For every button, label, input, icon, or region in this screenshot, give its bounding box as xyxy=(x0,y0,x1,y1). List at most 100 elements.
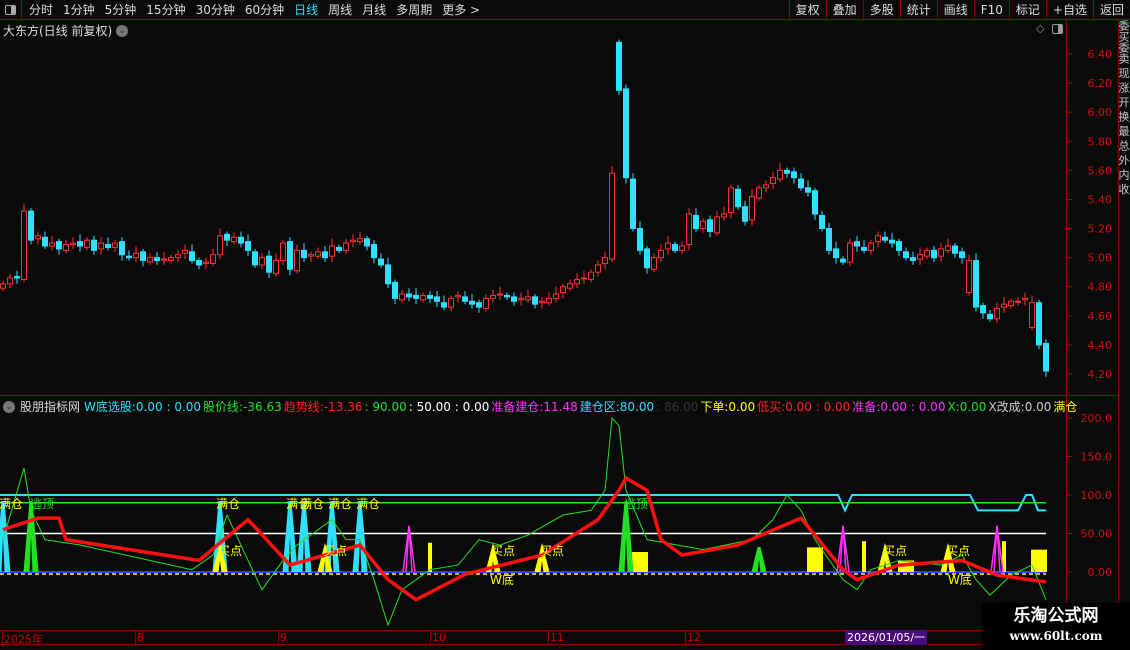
candle-body xyxy=(763,184,769,189)
candle-body xyxy=(315,251,321,257)
candle-body xyxy=(854,241,860,247)
full-position-label: 满仓 xyxy=(0,497,23,511)
candle-body xyxy=(322,251,328,259)
price-tick-label: 6.20 xyxy=(1088,77,1113,90)
candle-body xyxy=(490,294,496,299)
indicator-field: : 90.00 xyxy=(364,399,407,414)
candle-body xyxy=(588,271,594,280)
candle-body xyxy=(777,169,783,180)
candle-body xyxy=(651,257,657,270)
candle-body xyxy=(840,258,846,263)
candle-body xyxy=(1022,297,1028,301)
indicator-tick-label: 100.0 xyxy=(1081,489,1113,502)
price-tick-label: 5.80 xyxy=(1088,135,1113,148)
candle-body xyxy=(749,196,755,221)
candle-body xyxy=(56,241,62,250)
candle-body xyxy=(392,281,398,299)
candle-body xyxy=(903,251,909,259)
candle-body xyxy=(273,260,279,275)
candle-body xyxy=(301,249,307,259)
candle-body xyxy=(14,276,20,279)
candle-body xyxy=(483,297,489,310)
trend-line xyxy=(2,476,1047,602)
candle-body xyxy=(497,293,503,296)
indicator-field: W底选股:0.00 : 0.00 xyxy=(84,400,202,414)
w-bottom-label: W底 xyxy=(948,572,972,587)
candle-body xyxy=(679,245,685,251)
candle-body xyxy=(553,293,559,299)
candle-body xyxy=(196,260,202,266)
candle-body xyxy=(833,248,839,259)
candle-body xyxy=(693,214,699,230)
candle-body xyxy=(70,242,76,246)
candle-body xyxy=(147,257,153,263)
candle-body xyxy=(896,241,902,251)
candle-body xyxy=(175,254,181,259)
candle-body xyxy=(238,236,244,244)
candle-body xyxy=(112,242,118,248)
candle-body xyxy=(518,297,524,301)
candle-body xyxy=(665,242,671,250)
candle-body xyxy=(672,244,678,251)
candle-body xyxy=(735,188,741,208)
candle-body xyxy=(798,178,804,189)
candle-body xyxy=(441,302,447,308)
candle-body xyxy=(994,308,1000,320)
candle-body xyxy=(861,246,867,251)
escape-top-label: 逃顶 xyxy=(624,497,648,511)
candle-body xyxy=(574,278,580,285)
candle-body xyxy=(469,300,475,305)
escape-top-label: 逃顶 xyxy=(30,497,54,511)
candle-body xyxy=(917,254,923,260)
candle-body xyxy=(105,244,111,248)
candle-body xyxy=(343,242,349,251)
watermark: 乐淘公式网 www.60lt.com xyxy=(982,603,1130,650)
price-chart[interactable]: 6.40 6.20 6.00 5.80 5.60 5.40 5.20 5.00 4.80 4.60… xyxy=(0,0,1118,630)
candle-body xyxy=(1036,302,1042,346)
candle-body xyxy=(385,264,391,285)
candle-body xyxy=(357,238,363,243)
buy-point-label: 买点 xyxy=(946,544,970,558)
candle-body xyxy=(98,242,104,250)
watermark-url: www.60lt.com xyxy=(1009,629,1103,643)
candle-body xyxy=(364,238,370,247)
order-bar xyxy=(632,551,648,572)
candle-body xyxy=(595,264,601,273)
candle-body xyxy=(945,245,951,251)
candle-body xyxy=(154,257,160,262)
candle-body xyxy=(847,242,853,263)
candle-body xyxy=(329,245,335,257)
candle-body xyxy=(1043,342,1049,372)
candle-body xyxy=(182,249,188,254)
candle-body xyxy=(224,233,230,241)
candle-body xyxy=(812,190,818,215)
buy-point-label: 买点 xyxy=(883,544,907,558)
candle-body xyxy=(805,187,811,193)
candle-body xyxy=(217,235,223,256)
chevron-down-icon[interactable]: ⌄ xyxy=(3,400,15,413)
candle-body xyxy=(770,177,776,184)
candle-body xyxy=(567,283,573,289)
buy-point-label: 买点 xyxy=(218,544,242,558)
date-label: 12 xyxy=(685,631,701,644)
candle-body xyxy=(742,206,748,222)
candle-body xyxy=(455,294,461,298)
candle-body xyxy=(448,297,454,308)
candle-body xyxy=(140,251,146,262)
indicator-field: 股价线:-36.63 xyxy=(203,400,282,414)
candle-body xyxy=(511,296,517,302)
indicator-field: : 50.00 : 0.00 xyxy=(408,399,490,414)
candle-body xyxy=(532,296,538,305)
candle-body xyxy=(882,236,888,241)
date-label: 8 xyxy=(135,631,144,644)
price-line xyxy=(2,416,1047,627)
candle-body xyxy=(952,245,958,254)
candle-body xyxy=(168,257,174,262)
indicator-field: 满仓 xyxy=(1053,400,1078,414)
date-label: 9 xyxy=(278,631,287,644)
candle-body xyxy=(91,239,97,251)
candle-body xyxy=(399,293,405,301)
indicator-field: 准备:0.00 : 0.00 xyxy=(852,400,946,414)
candle-body xyxy=(581,277,587,280)
candle-body xyxy=(63,244,69,251)
